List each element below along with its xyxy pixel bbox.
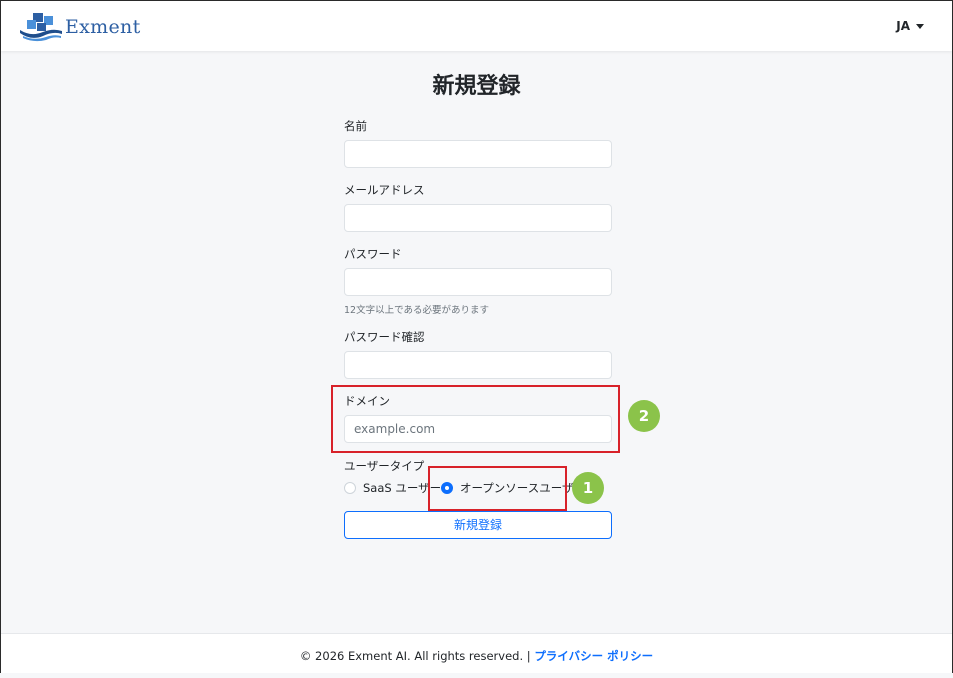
language-dropdown[interactable]: JA (896, 19, 924, 33)
password-input[interactable] (344, 268, 612, 296)
register-button[interactable]: 新規登録 (344, 511, 612, 539)
highlight-box-user-type (428, 466, 567, 511)
caret-down-icon (916, 23, 924, 29)
copyright-text: © 2026 Exment AI. All rights reserved. | (299, 649, 535, 663)
language-label: JA (896, 19, 910, 33)
privacy-policy-link[interactable]: プライバシー ポリシー (534, 649, 653, 663)
name-label: 名前 (344, 119, 367, 133)
highlight-box-domain (331, 385, 620, 453)
email-input[interactable] (344, 204, 612, 232)
radio-saas-user[interactable]: SaaS ユーザー (344, 480, 441, 496)
password-confirm-input[interactable] (344, 351, 612, 379)
password-help-text: 12文字以上である必要があります (344, 305, 489, 316)
footer: © 2026 Exment AI. All rights reserved. |… (1, 633, 952, 673)
step-badge-2: 2 (628, 400, 660, 432)
password-label: パスワード (344, 247, 402, 261)
user-type-label: ユーザータイプ (344, 459, 425, 473)
radio-unchecked-icon[interactable] (344, 482, 356, 494)
exment-logo-icon (20, 13, 62, 42)
window-frame (0, 0, 953, 673)
brand-name: Exment (65, 16, 141, 38)
password-confirm-label: パスワード確認 (344, 330, 425, 344)
brand-logo[interactable]: Exment (19, 11, 141, 43)
top-navbar: Exment JA (1, 1, 952, 51)
email-label: メールアドレス (344, 183, 425, 197)
step-badge-1: 1 (572, 472, 604, 504)
page-title: 新規登録 (432, 74, 521, 99)
name-input[interactable] (344, 140, 612, 168)
